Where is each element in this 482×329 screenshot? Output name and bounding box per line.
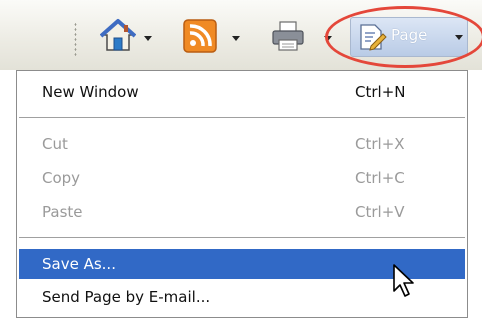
home-button[interactable] xyxy=(98,18,156,58)
screenshot: Page New Window Ctrl+N Cut Ctrl+X Copy C… xyxy=(0,0,482,329)
feeds-button[interactable] xyxy=(180,18,244,58)
mouse-pointer-icon xyxy=(393,264,414,297)
menu-item-copy[interactable]: Copy Ctrl+C xyxy=(19,163,465,193)
menu-item-shortcut: Ctrl+V xyxy=(355,203,405,221)
menu-separator xyxy=(19,117,465,118)
menu-item-new-window[interactable]: New Window Ctrl+N xyxy=(19,77,465,107)
menu-item-label: Copy xyxy=(42,169,81,187)
home-dropdown-arrow[interactable] xyxy=(144,36,152,41)
printer-icon xyxy=(272,21,304,51)
menu-item-paste[interactable]: Paste Ctrl+V xyxy=(19,197,465,227)
highlight-circle xyxy=(325,6,482,68)
toolbar-grip[interactable] xyxy=(74,22,77,58)
home-icon xyxy=(100,19,136,51)
menu-separator xyxy=(19,237,465,238)
menu-item-label: Paste xyxy=(42,203,83,221)
menu-item-shortcut: Ctrl+N xyxy=(355,83,406,101)
menu-item-label: Cut xyxy=(42,135,68,153)
print-button[interactable] xyxy=(268,18,332,58)
menu-item-label: Save As... xyxy=(42,255,116,273)
rss-feed-icon xyxy=(183,19,217,53)
menu-item-shortcut: Ctrl+X xyxy=(355,135,405,153)
menu-item-cut[interactable]: Cut Ctrl+X xyxy=(19,129,465,159)
command-bar: Page xyxy=(0,0,482,70)
menu-item-label: Send Page by E-mail... xyxy=(42,288,211,306)
menu-item-shortcut: Ctrl+C xyxy=(355,169,405,187)
menu-item-label: New Window xyxy=(42,83,139,101)
feeds-dropdown-arrow[interactable] xyxy=(232,36,240,41)
